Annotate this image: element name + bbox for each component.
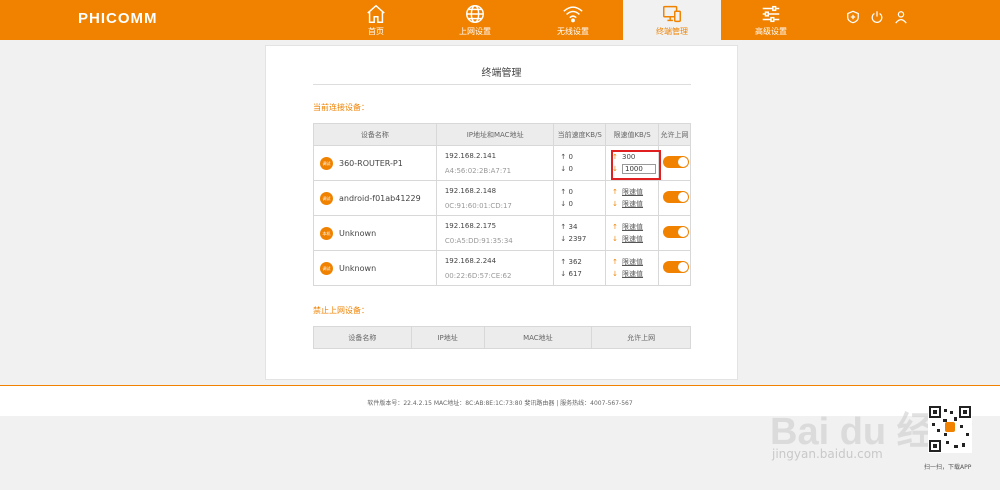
set-limit-down-link[interactable]: 限速值 [622, 235, 643, 243]
home-icon [367, 4, 385, 23]
device-name: 360-ROUTER-P1 [339, 158, 403, 168]
allow-internet-toggle[interactable] [662, 191, 689, 203]
nav-wireless-settings[interactable]: 无线设置 [524, 0, 622, 40]
upload-speed: ↑ 362 [560, 258, 582, 266]
allow-internet-toggle[interactable] [662, 156, 689, 168]
set-limit-down-link[interactable]: 限速值 [622, 270, 643, 278]
col-speed-limit: 限速值KB/S [605, 123, 660, 146]
add-icon[interactable] [846, 10, 860, 24]
nav-internet-settings[interactable]: 上网设置 [426, 0, 524, 40]
download-speed: ↓ 2397 [560, 235, 587, 243]
toggle-knob [677, 227, 688, 237]
upload-speed: ↑ 0 [560, 188, 573, 196]
connected-devices-table: 设备名称 IP地址和MAC地址 当前速度KB/S 限速值KB/S 允许上网 调试… [313, 123, 691, 286]
qr-caption: 扫一扫，下载APP [924, 464, 972, 471]
arrow-down-icon: ↓ [612, 235, 619, 243]
col-ip: IP地址 [410, 326, 485, 349]
device-badge: 调试 [320, 261, 333, 275]
table-row: 调试 android-f01ab41229 192.168.2.148 0C:91:… [313, 180, 691, 216]
blocked-devices-title: 禁止上网设备： [313, 306, 369, 315]
col-allow-internet: 允许上网 [591, 326, 691, 349]
arrow-down-icon: ↓ [612, 200, 619, 208]
device-name: android-f01ab41229 [339, 193, 421, 203]
device-mac: C0:A5:DD:91:35:34 [444, 236, 513, 245]
highlight-box [611, 150, 661, 180]
nav-internet-settings-label: 上网设置 [459, 27, 491, 36]
device-name: Unknown [339, 263, 377, 273]
wifi-icon [563, 6, 583, 23]
qr-code-icon [929, 406, 971, 452]
toggle-knob [677, 157, 688, 167]
set-limit-up-link[interactable]: 限速值 [622, 223, 643, 231]
devices-icon [663, 5, 681, 23]
upload-speed: ↑ 0 [560, 153, 573, 161]
device-name: Unknown [339, 228, 377, 238]
nav-device-management[interactable]: 终端管理 [623, 0, 721, 40]
top-bar: PHICOMM 首页 上网设置 无线设置 终端管理 高级设置 [0, 0, 1000, 40]
upload-speed: ↑ 34 [560, 223, 578, 231]
device-mac: 00:22:6D:57:CE:62 [444, 271, 512, 280]
set-limit-up-link[interactable]: 限速值 [622, 258, 643, 266]
device-ip: 192.168.2.141 [444, 151, 497, 160]
device-ip: 192.168.2.175 [444, 221, 497, 230]
table-row: 调试 Unknown 192.168.2.244 00:22:6D:57:CE:62… [313, 250, 691, 286]
toggle-knob [677, 262, 688, 272]
col-device-name: 设备名称 [313, 326, 412, 349]
device-badge: 调试 [320, 156, 333, 170]
arrow-down-icon: ↓ [612, 270, 619, 278]
power-icon[interactable] [870, 10, 884, 24]
col-mac: MAC地址 [483, 326, 593, 349]
arrow-up-icon: ↑ [612, 188, 619, 196]
arrow-up-icon: ↑ [612, 223, 619, 231]
page-title: 终端管理 [481, 68, 522, 79]
arrow-up-icon: ↑ [612, 258, 619, 266]
set-limit-up-link[interactable]: 限速值 [622, 188, 643, 196]
blocked-devices-table: 设备名称 IP地址 MAC地址 允许上网 [313, 326, 691, 349]
watermark-url: jingyan.baidu.com [772, 447, 883, 461]
sliders-icon [762, 5, 780, 23]
set-limit-down-link[interactable]: 限速值 [622, 200, 643, 208]
nav-device-management-label: 终端管理 [656, 27, 688, 36]
device-management-card: 终端管理 当前连接设备： 设备名称 IP地址和MAC地址 当前速度KB/S 限速… [265, 45, 738, 380]
device-ip: 192.168.2.148 [444, 186, 497, 195]
nav-advanced-settings[interactable]: 高级设置 [722, 0, 820, 40]
download-speed: ↓ 0 [560, 200, 573, 208]
globe-icon [466, 5, 484, 23]
table-row: 本机 Unknown 192.168.2.175 C0:A5:DD:91:35:34… [313, 215, 691, 251]
phicomm-logo: PHICOMM [78, 10, 158, 27]
device-badge: 本机 [320, 226, 333, 240]
qr-code [928, 405, 972, 453]
col-device-name: 设备名称 [313, 123, 437, 146]
user-icon[interactable] [894, 10, 908, 24]
nav-home-label: 首页 [368, 27, 384, 36]
col-allow-internet: 允许上网 [658, 123, 691, 146]
col-current-speed: 当前速度KB/S [553, 123, 607, 146]
allow-internet-toggle[interactable] [662, 226, 689, 238]
nav-advanced-settings-label: 高级设置 [755, 27, 787, 36]
connected-devices-title: 当前连接设备： [313, 103, 369, 112]
device-ip: 192.168.2.244 [444, 256, 497, 265]
nav-wireless-settings-label: 无线设置 [557, 27, 589, 36]
device-mac: A4:56:02:2B:A7:71 [444, 166, 512, 175]
download-speed: ↓ 0 [560, 165, 573, 173]
download-speed: ↓ 617 [560, 270, 582, 278]
col-ip-mac: IP地址和MAC地址 [435, 123, 555, 146]
device-mac: 0C:91:60:01:CD:17 [444, 201, 512, 210]
title-divider [313, 84, 691, 85]
toggle-knob [677, 192, 688, 202]
device-badge: 调试 [320, 191, 333, 205]
allow-internet-toggle[interactable] [662, 261, 689, 273]
nav-home[interactable]: 首页 [327, 0, 425, 40]
